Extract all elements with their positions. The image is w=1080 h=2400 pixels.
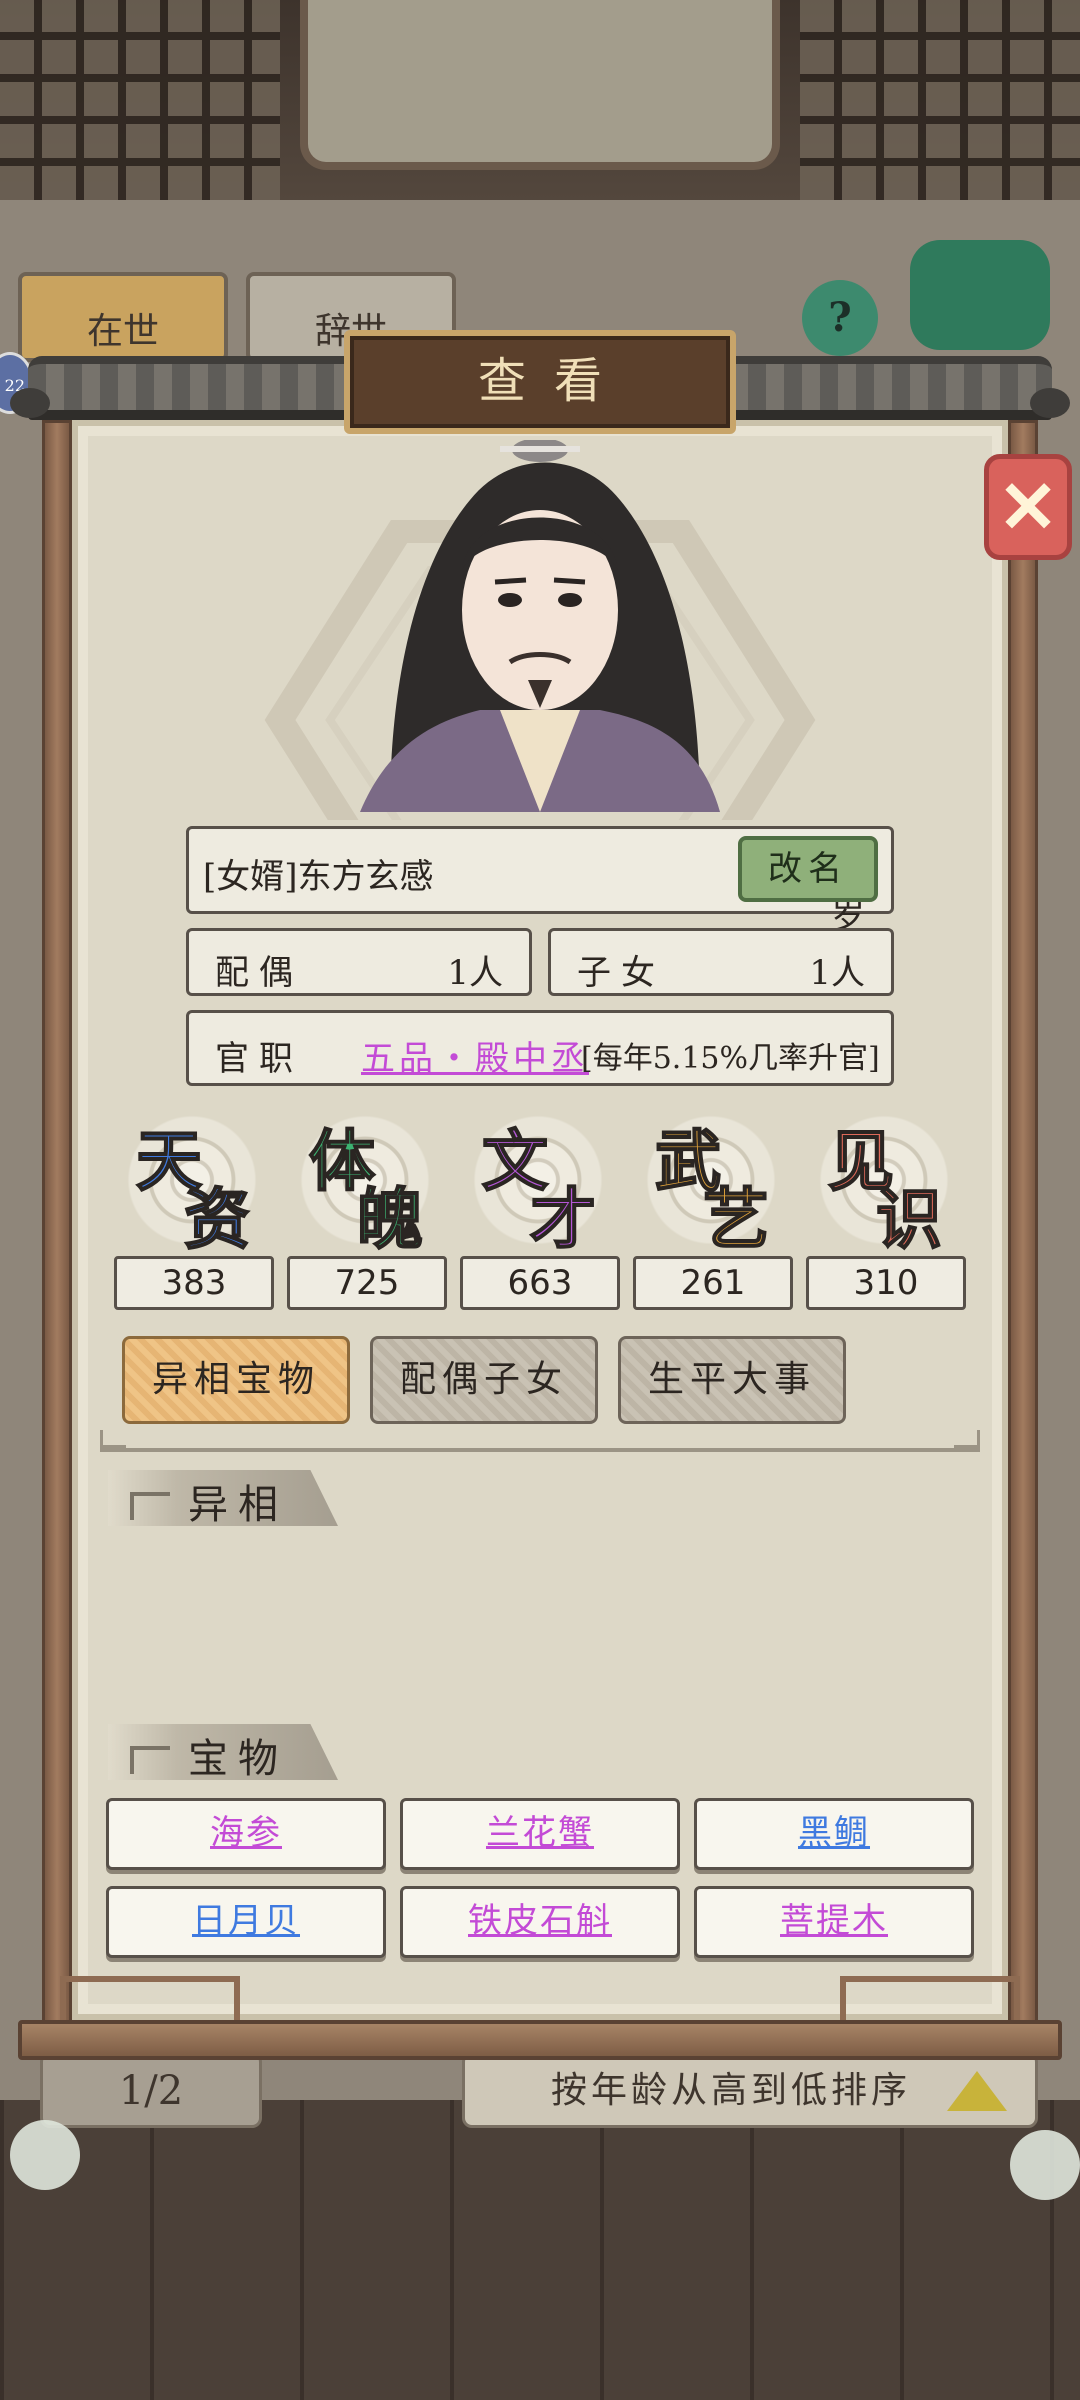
close-icon: ✕ [997,464,1059,549]
orchid-painting [300,0,780,170]
attr-physique-glyph: 体 魄 [295,1112,435,1259]
close-button[interactable]: ✕ [984,454,1072,560]
attr-knowledge-glyph: 见 识 [814,1112,954,1259]
dialog-title: 查看 [344,330,736,434]
dialog-base [18,2020,1062,2060]
roof-eave-left [10,388,50,418]
children-count: 1人 [809,953,865,993]
treasure-item[interactable]: 铁皮石斛 [400,1886,680,1958]
section-treasures-header: 宝物 [108,1724,338,1780]
spouse-count: 1人 [447,953,503,993]
attr-martial-glyph: 武 艺 [641,1112,781,1259]
step-ornament-icon [130,1746,170,1774]
rename-button[interactable]: 改名 [738,836,878,902]
sort-triangle-icon [947,2071,1007,2111]
children-label: 子女 [577,953,665,993]
treasure-item[interactable]: 日月贝 [106,1886,386,1958]
tab-life-events[interactable]: 生平大事 [618,1336,846,1424]
tab-traits-treasures[interactable]: 异相宝物 [122,1336,350,1424]
window-lattice-right [800,0,1080,200]
back-arrow-icon[interactable] [910,240,1050,350]
window-lattice-left [0,0,280,200]
pager[interactable]: 1/2 [40,2052,262,2128]
section-treasures-title: 宝物 [188,1736,288,1782]
base-ornament-right [840,1976,1020,2024]
attr-martial-value: 261 [633,1256,793,1310]
treasure-item[interactable]: 黑鲷 [694,1798,974,1870]
scroll-pillar-left [42,420,72,2040]
office-label: 官职 [215,1039,303,1079]
treasure-item[interactable]: 兰花蟹 [400,1798,680,1870]
divider [100,1448,980,1452]
attr-knowledge-value: 310 [806,1256,966,1310]
help-button[interactable]: ? [802,280,878,356]
divider-ornament-right [954,1430,980,1448]
treasure-item[interactable]: 菩提木 [694,1886,974,1958]
office-title-link[interactable]: 五品・殿中丞 [361,1031,589,1080]
attr-char: 资 [183,1179,251,1259]
section-traits-title: 异相 [188,1482,288,1528]
spouse-label: 配偶 [215,953,303,993]
spouse-row: 配偶 1人 [186,928,532,996]
sort-button[interactable]: 按年龄从高到低排序 [462,2052,1038,2128]
scroll-pillar-right [1008,420,1038,2040]
attr-char: 魄 [356,1179,424,1259]
attr-char: 艺 [702,1179,770,1259]
section-traits-header: 异相 [108,1470,338,1526]
attr-physique-value: 725 [287,1256,447,1310]
treasure-item[interactable]: 海参 [106,1798,386,1870]
promotion-chance: [每年5.15%几率升官] [581,1041,880,1076]
divider-ornament-left [100,1430,126,1448]
attr-char: 才 [529,1179,597,1259]
flower-decoration [10,2120,80,2190]
roof-eave-right [1030,388,1070,418]
background-floor [0,2100,1080,2400]
attr-talent-glyph: 天 资 [122,1112,262,1259]
children-row: 子女 1人 [548,928,894,996]
base-ornament-left [60,1976,240,2024]
attr-talent-value: 383 [114,1256,274,1310]
person-name: [女婿]东方玄感 [203,857,434,897]
office-row: 官职 五品・殿中丞 [每年5.15%几率升官] [186,1010,894,1086]
attr-literary-value: 663 [460,1256,620,1310]
tab-alive[interactable]: 在世 [18,272,228,362]
character-portrait [360,440,720,812]
step-ornament-icon [130,1492,170,1520]
sort-label: 按年龄从高到低排序 [551,2070,912,2111]
attr-literary-glyph: 文 才 [468,1112,608,1259]
attr-char: 识 [875,1179,943,1259]
flower-decoration [1010,2130,1080,2200]
tab-spouse-children[interactable]: 配偶子女 [370,1336,598,1424]
